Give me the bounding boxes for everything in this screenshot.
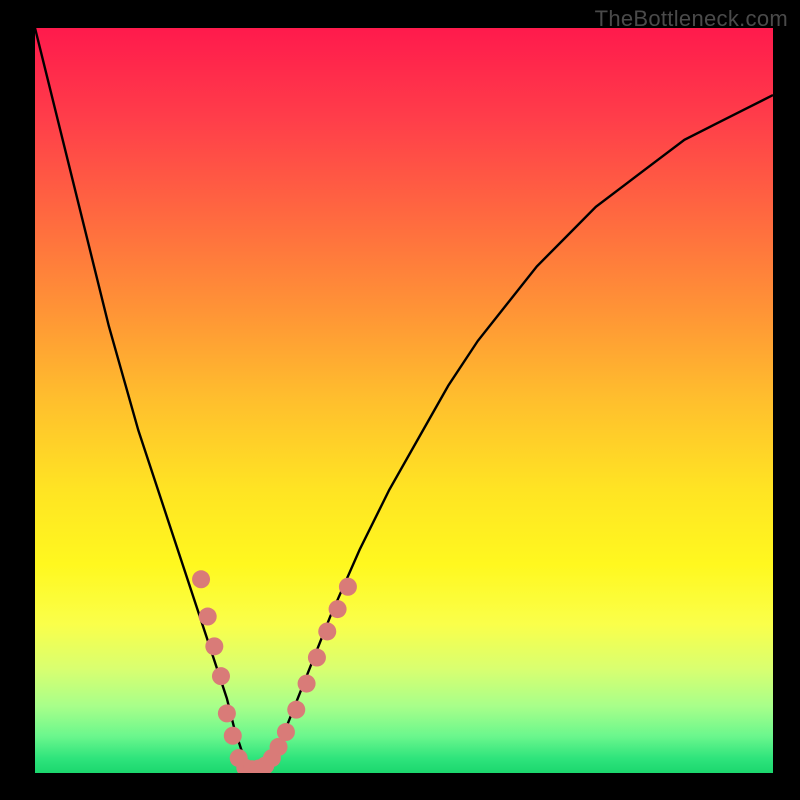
- highlight-dot: [205, 637, 223, 655]
- highlight-dots-group: [192, 570, 357, 773]
- bottleneck-curve: [35, 28, 773, 773]
- highlight-dot: [199, 608, 217, 626]
- highlight-dot: [318, 622, 336, 640]
- chart-svg: [35, 28, 773, 773]
- highlight-dot: [339, 578, 357, 596]
- highlight-dot: [192, 570, 210, 588]
- highlight-dot: [212, 667, 230, 685]
- highlight-dot: [224, 727, 242, 745]
- chart-frame: TheBottleneck.com: [0, 0, 800, 800]
- highlight-dot: [298, 675, 316, 693]
- highlight-dot: [218, 704, 236, 722]
- plot-area: [35, 28, 773, 773]
- highlight-dot: [329, 600, 347, 618]
- highlight-dot: [287, 701, 305, 719]
- highlight-dot: [308, 649, 326, 667]
- highlight-dot: [277, 723, 295, 741]
